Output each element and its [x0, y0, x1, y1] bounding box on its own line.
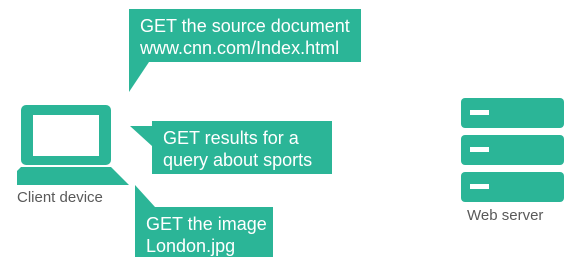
diagram-canvas: Client device Web server GET the source …: [0, 0, 564, 257]
client-device-label: Client device: [17, 189, 103, 206]
request-bubble-sports-query: GET results for a query about sports: [130, 121, 332, 174]
bubble-tail: [130, 126, 152, 146]
server-icon-graphic: [461, 98, 564, 202]
request-text-line-2: query about sports: [163, 150, 313, 170]
bubble-tail: [135, 185, 155, 207]
laptop-icon-graphic: [17, 105, 129, 185]
bubble-tail: [129, 62, 149, 92]
request-bubble-image: GET the image London.jpg: [135, 185, 273, 257]
request-text-line-1: GET the source document: [140, 16, 350, 36]
server-icon: [461, 98, 564, 202]
web-server-label: Web server: [467, 207, 544, 224]
request-text-line-1: GET results for a: [163, 128, 299, 148]
request-bubble-source-document: GET the source document www.cnn.com/Inde…: [129, 9, 361, 92]
request-text-line-2: www.cnn.com/Index.html: [140, 38, 340, 58]
request-text-line-2: London.jpg: [146, 236, 236, 256]
request-text-line-1: GET the image: [146, 214, 267, 234]
laptop-icon: [17, 105, 129, 185]
